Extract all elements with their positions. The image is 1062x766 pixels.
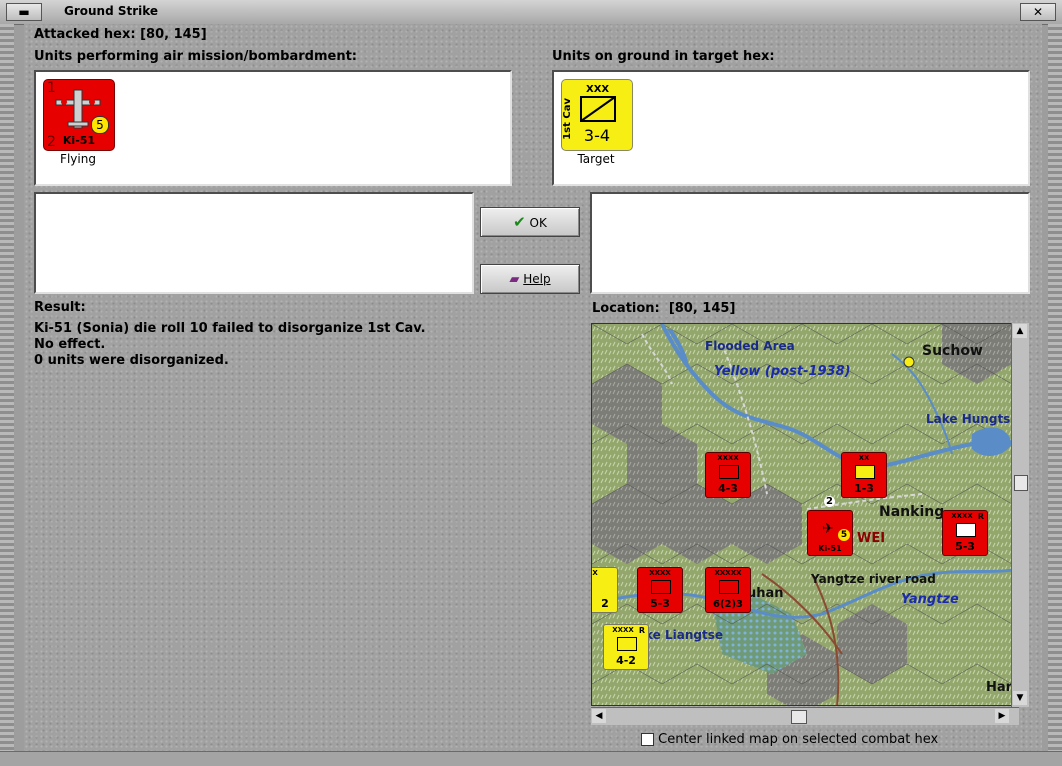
ok-button[interactable]: ✔ OK [480,207,580,237]
map-unit-counter[interactable]: XXXX 4-3 [705,452,751,498]
close-button[interactable]: ✕ [1020,3,1056,21]
map-unit-counter[interactable]: XXXX R 5-3 [942,510,988,556]
map-unit-counter-ki51[interactable]: ✈ 5 Ki-51 [807,510,853,556]
map-horizontal-scrollbar[interactable]: ◀ ▶ [591,707,1019,725]
unit-name: Ki-51 [62,134,96,147]
window-title: Ground Strike [64,4,159,18]
help-button[interactable]: ▰ Help [480,264,580,294]
right-info-box [590,192,1030,294]
ground-units-label: Units on ground in target hex: [552,49,775,64]
target-caption: Target [577,152,615,166]
window-frame-bottom [0,751,1062,766]
map-label: Yangtze river road [811,572,936,586]
map-unit-counter[interactable]: XXXX 5-3 [637,567,683,613]
airplane-icon: ✈ [822,521,834,537]
result-line: No effect. [34,337,106,352]
book-icon: ▰ [509,272,520,287]
center-map-option[interactable]: Center linked map on selected combat hex [641,732,938,747]
map-label: uhan [747,586,784,601]
unit-strength: 3-4 [583,126,611,145]
attacked-hex-label: Attacked hex: [80, 145] [34,27,207,42]
map-label: Yangtze [901,592,959,607]
air-units-label: Units performing air mission/bombardment… [34,49,358,64]
map-label: Suchow [922,343,983,359]
checkmark-icon: ✔ [513,213,526,231]
left-info-box [34,192,474,294]
map-label: Har [986,680,1013,695]
scroll-left-arrow-icon[interactable]: ◀ [592,709,606,723]
center-map-checkbox[interactable] [641,733,654,746]
window-frame-left [0,24,14,751]
title-bar: ▬ Ground Strike ✕ [0,0,1062,25]
map-unit-counter[interactable]: XX 1-3 [841,452,887,498]
window-frame-right [1048,24,1062,751]
scroll-right-arrow-icon[interactable]: ▶ [995,709,1009,723]
strength-badge: 5 [91,116,109,134]
result-label: Result: [34,300,86,315]
map-unit-counter[interactable]: XXXXX 6(2)3 [705,567,751,613]
map-unit-counter[interactable]: XX 2 [592,567,618,613]
1st-cav-counter[interactable]: 1st Cav XXX 3-4 [561,79,633,151]
map-label: Nanking [879,504,945,520]
air-units-panel[interactable]: 1 2 5 Ki-51 Flying [34,70,512,186]
ki51-counter[interactable]: 1 2 5 Ki-51 [43,79,115,151]
mini-map[interactable]: Flooded Area Yellow (post-1938) Suchow L… [591,323,1018,706]
ground-units-panel[interactable]: 1st Cav XXX 3-4 Target [552,70,1030,186]
center-map-label: Center linked map on selected combat hex [658,732,939,747]
stack-count-badge: 2 [824,496,835,507]
cavalry-symbol-icon [580,96,616,122]
horizontal-scroll-thumb[interactable] [791,710,807,724]
location-value: [80, 145] [668,301,736,316]
flying-caption: Flying [60,152,96,166]
scroll-up-arrow-icon[interactable]: ▲ [1013,324,1027,338]
scroll-down-arrow-icon[interactable]: ▼ [1013,691,1027,705]
result-line: 0 units were disorganized. [34,353,229,368]
map-label: Flooded Area [705,339,795,353]
map-vertical-scrollbar[interactable]: ▲ ▼ [1011,323,1029,707]
map-label: ke Liangtse [645,628,723,642]
location-label: Location: [80, 145] [592,301,736,316]
map-label: Lake Hungtse [926,412,1018,426]
unit-size: XXX [586,84,610,95]
map-label: WEI [857,531,886,546]
system-menu-button[interactable]: ▬ [6,3,42,21]
result-line: Ki-51 (Sonia) die roll 10 failed to diso… [34,321,426,336]
vertical-scroll-thumb[interactable] [1014,475,1028,491]
map-label: Yellow (post-1938) [714,364,851,379]
map-unit-counter[interactable]: XXXX R 4-2 [603,624,649,670]
